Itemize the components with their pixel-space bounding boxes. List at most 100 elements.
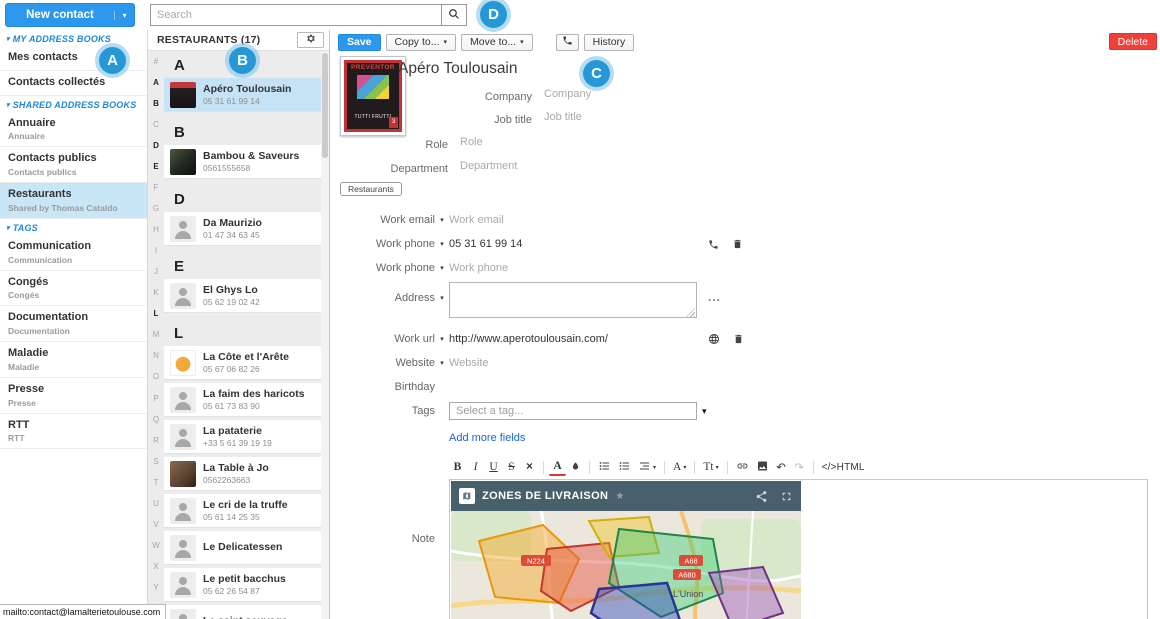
sidebar-item-communication[interactable]: Communication Communication <box>0 235 147 271</box>
contact-photo[interactable]: PREVENTOR TUTTI FRUTTI 3 <box>340 56 406 136</box>
job-title-input[interactable] <box>544 111 694 123</box>
alphabet-letter[interactable]: X <box>148 556 164 577</box>
sidebar-item-annuaire[interactable]: Annuaire Annuaire <box>0 112 147 148</box>
chevron-down-icon[interactable]: ▾ <box>435 216 449 224</box>
list-scrollbar[interactable] <box>321 51 329 619</box>
list-item[interactable]: Le petit bacchus05 62 26 54 87 <box>164 568 321 602</box>
paragraph-style-button[interactable]: ▾ <box>635 459 659 476</box>
alphabet-letter[interactable]: J <box>148 261 164 282</box>
department-input[interactable] <box>460 160 610 172</box>
map-embed[interactable]: ZONES DE LIVRAISON ★ <box>451 481 801 619</box>
alphabet-letter[interactable]: L <box>148 303 164 324</box>
website-input[interactable] <box>449 357 664 369</box>
address-more-button[interactable]: ... <box>708 290 721 304</box>
section-tags[interactable]: ▾ TAGS <box>0 219 147 235</box>
search-button[interactable] <box>442 4 467 26</box>
role-input[interactable] <box>460 136 610 148</box>
list-item[interactable]: Da Maurizio01 47 34 63 45 <box>164 212 321 246</box>
delete-button[interactable]: Delete <box>1109 33 1157 50</box>
text-color-button[interactable]: A <box>549 459 566 476</box>
globe-icon[interactable] <box>708 333 720 345</box>
alphabet-letter[interactable]: M <box>148 324 164 345</box>
alphabet-letter[interactable]: R <box>148 430 164 451</box>
alphabet-letter[interactable]: V <box>148 514 164 535</box>
list-item[interactable]: Apéro Toulousain05 31 61 99 14 <box>164 78 321 112</box>
alphabet-letter[interactable]: K <box>148 282 164 303</box>
insert-image-button[interactable] <box>753 459 772 476</box>
share-icon[interactable] <box>755 490 768 503</box>
alphabet-letter[interactable]: Y <box>148 577 164 598</box>
trash-icon[interactable] <box>732 238 743 250</box>
html-source-button[interactable]: </>HTML <box>819 459 868 476</box>
history-button[interactable]: History <box>584 34 635 51</box>
work-email-input[interactable] <box>449 214 664 226</box>
sidebar-item-maladie[interactable]: Maladie Maladie <box>0 342 147 378</box>
highlight-color-button[interactable] <box>567 459 584 476</box>
alphabet-letter[interactable]: I <box>148 240 164 261</box>
clear-format-button[interactable]: × <box>521 459 538 476</box>
undo-icon[interactable]: ↶ <box>773 459 790 476</box>
sidebar-item-contacts-publics[interactable]: Contacts publics Contacts publics <box>0 147 147 183</box>
save-button[interactable]: Save <box>338 34 381 51</box>
tags-select[interactable]: Select a tag... <box>449 402 697 420</box>
list-item[interactable]: Le saint sauvage <box>164 605 321 619</box>
alphabet-letter[interactable]: D <box>148 135 164 156</box>
chevron-down-icon[interactable]: ▾ <box>435 282 449 302</box>
bold-button[interactable]: B <box>449 459 466 476</box>
chevron-down-icon[interactable]: ▾ <box>114 11 134 20</box>
trash-icon[interactable] <box>733 333 744 345</box>
copy-to-button[interactable]: Copy to...▾ <box>386 34 456 51</box>
bullet-list-button[interactable] <box>595 459 614 476</box>
alphabet-letter[interactable]: P <box>148 388 164 409</box>
call-button[interactable] <box>556 34 579 51</box>
sidebar-item-contacts-collectes[interactable]: Contacts collectés <box>0 71 147 96</box>
list-item[interactable]: Le Delicatessen <box>164 531 321 565</box>
map-canvas[interactable]: N224 A68 A680 L'Union <box>451 511 801 619</box>
birthday-input[interactable] <box>449 381 664 393</box>
list-item[interactable]: La Table à Jo0562263663 <box>164 457 321 491</box>
list-item[interactable]: Bambou & Saveurs0561555658 <box>164 145 321 179</box>
alphabet-letter[interactable]: G <box>148 198 164 219</box>
work-url-input[interactable] <box>449 333 664 345</box>
sidebar-item-documentation[interactable]: Documentation Documentation <box>0 306 147 342</box>
list-item[interactable]: La faim des haricots05 61 73 83 90 <box>164 383 321 417</box>
alphabet-letter[interactable]: W <box>148 535 164 556</box>
fullscreen-icon[interactable] <box>780 490 793 503</box>
address-textarea[interactable] <box>449 282 697 318</box>
new-contact-button[interactable]: New contact ▾ <box>5 3 135 27</box>
chevron-down-icon[interactable]: ▾ <box>435 359 449 367</box>
sidebar-item-rtt[interactable]: RTT RTT <box>0 414 147 450</box>
alphabet-letter[interactable]: # <box>148 51 164 72</box>
move-to-button[interactable]: Move to...▾ <box>461 34 533 51</box>
alphabet-letter[interactable]: N <box>148 345 164 366</box>
add-more-fields-link[interactable]: Add more fields <box>449 432 525 444</box>
font-size-button[interactable]: Tt▾ <box>700 459 721 476</box>
list-item[interactable]: Le cri de la truffe05 61 14 25 35 <box>164 494 321 528</box>
alphabet-letter[interactable]: S <box>148 451 164 472</box>
work-phone2-input[interactable] <box>449 262 664 274</box>
sidebar-item-restaurants[interactable]: Restaurants Shared by Thomas Cataldo <box>0 183 147 219</box>
font-family-button[interactable]: A▾ <box>670 459 689 476</box>
tag-chip-restaurants[interactable]: Restaurants <box>340 182 402 196</box>
scrollbar-thumb[interactable] <box>322 53 328 158</box>
alphabet-letter[interactable]: O <box>148 366 164 387</box>
chevron-down-icon[interactable]: ▾ <box>702 406 707 417</box>
alphabet-letter[interactable]: E <box>148 156 164 177</box>
sidebar-item-conges[interactable]: Congés Congés <box>0 271 147 307</box>
phone-icon[interactable] <box>708 239 719 250</box>
italic-button[interactable]: I <box>467 459 484 476</box>
alphabet-letter[interactable]: C <box>148 114 164 135</box>
list-item[interactable]: La Côte et l'Arête05 67 06 82 26 <box>164 346 321 380</box>
list-item[interactable]: La pataterie+33 5 61 39 19 19 <box>164 420 321 454</box>
underline-button[interactable]: U <box>485 459 502 476</box>
alphabet-letter[interactable]: A <box>148 72 164 93</box>
alphabet-letter[interactable]: Q <box>148 409 164 430</box>
chevron-down-icon[interactable]: ▾ <box>435 335 449 343</box>
alphabet-letter[interactable]: H <box>148 219 164 240</box>
star-icon[interactable]: ★ <box>615 491 748 502</box>
note-editor-content[interactable]: ZONES DE LIVRAISON ★ <box>449 479 1148 619</box>
numbered-list-button[interactable] <box>615 459 634 476</box>
section-my-address-books[interactable]: ▾ MY ADDRESS BOOKS <box>0 30 147 46</box>
list-settings-button[interactable] <box>297 32 324 48</box>
strikethrough-button[interactable]: S <box>503 459 520 476</box>
